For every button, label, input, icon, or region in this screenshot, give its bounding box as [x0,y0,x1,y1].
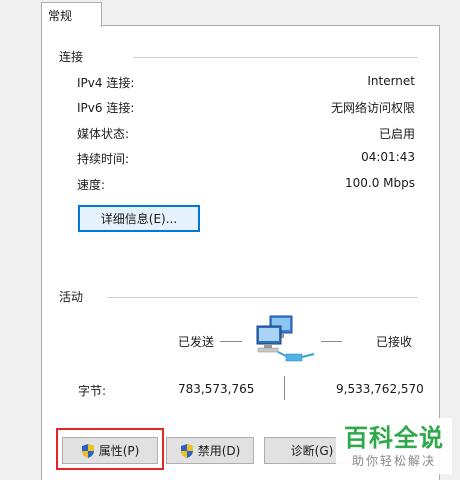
bytes-sent-value: 783,573,765 [178,382,255,396]
connection-divider [133,57,418,58]
watermark: 百科全说 助你轻松解决 [336,418,452,474]
received-label: 已接收 [376,335,413,349]
diagnose-button-label: 诊断(G) [290,444,334,458]
media-state-value: 已启用 [378,127,415,141]
bytes-separator [284,376,285,400]
tab-general[interactable]: 常规 [41,2,102,27]
general-panel [41,25,440,480]
media-state-label: 媒体状态: [77,127,130,141]
ipv4-label: IPv4 连接: [77,76,135,90]
ipv4-value: Internet [367,74,415,88]
duration-label: 持续时间: [77,152,130,166]
ipv6-value: 无网络访问权限 [330,101,415,115]
properties-button-label: 属性(P) [98,444,140,458]
properties-button[interactable]: 属性(P) [62,437,158,464]
watermark-logo: 百科全说 [344,424,444,452]
activity-heading: 活动 [59,290,84,304]
speed-label: 速度: [77,178,106,192]
network-status-dialog: 常规 连接 IPv4 连接: Internet IPv6 连接: 无网络访问权限… [0,0,460,480]
watermark-subtitle: 助你轻松解决 [351,454,436,468]
disable-button-label: 禁用(D) [197,444,241,458]
speed-value: 100.0 Mbps [344,176,415,190]
connection-heading: 连接 [59,50,84,64]
shield-icon [180,443,193,458]
disable-button[interactable]: 禁用(D) [166,437,254,464]
ipv6-label: IPv6 连接: [77,101,135,115]
duration-value: 04:01:43 [361,150,415,164]
activity-divider [108,297,418,298]
network-computers-icon [256,315,315,362]
received-dash [321,341,342,342]
sent-label: 已发送 [178,335,215,349]
details-button[interactable]: 详细信息(E)... [78,205,200,232]
shield-icon [81,443,94,458]
bytes-label: 字节: [78,384,107,398]
bytes-received-value: 9,533,762,570 [336,382,424,396]
sent-dash [220,341,242,342]
